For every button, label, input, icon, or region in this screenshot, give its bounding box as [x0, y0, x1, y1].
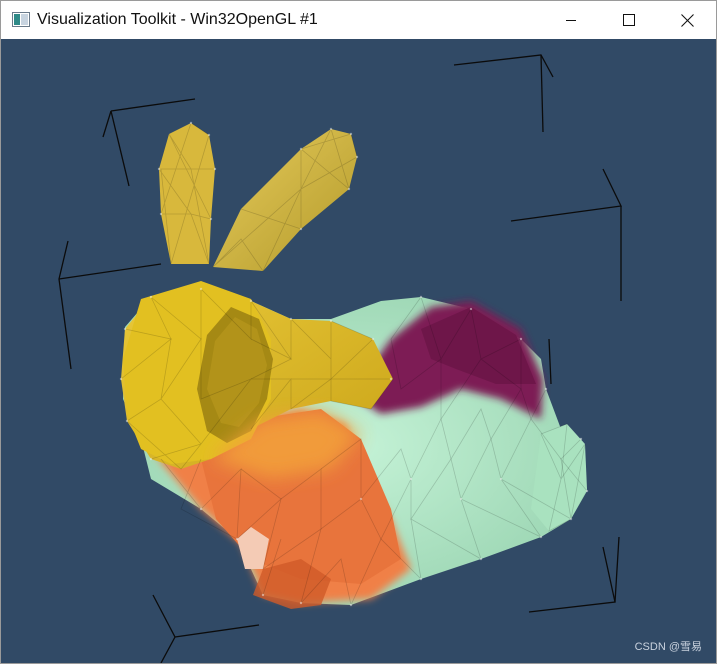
maximize-button[interactable]	[600, 1, 658, 39]
close-button[interactable]	[658, 1, 716, 39]
minimize-button[interactable]	[542, 1, 600, 39]
render-viewport[interactable]: CSDN @雪易	[1, 39, 716, 663]
app-window: Visualization Toolkit - Win32OpenGL #1 C…	[0, 0, 717, 664]
watermark-text: CSDN @雪易	[634, 641, 702, 653]
render-canvas	[58, 54, 622, 663]
window-title: Visualization Toolkit - Win32OpenGL #1	[37, 11, 318, 28]
title-bar[interactable]: Visualization Toolkit - Win32OpenGL #1	[1, 1, 716, 39]
maximize-icon	[623, 14, 635, 26]
vtk-app-icon	[12, 12, 30, 27]
minimize-icon	[566, 20, 576, 21]
close-icon	[680, 13, 694, 27]
